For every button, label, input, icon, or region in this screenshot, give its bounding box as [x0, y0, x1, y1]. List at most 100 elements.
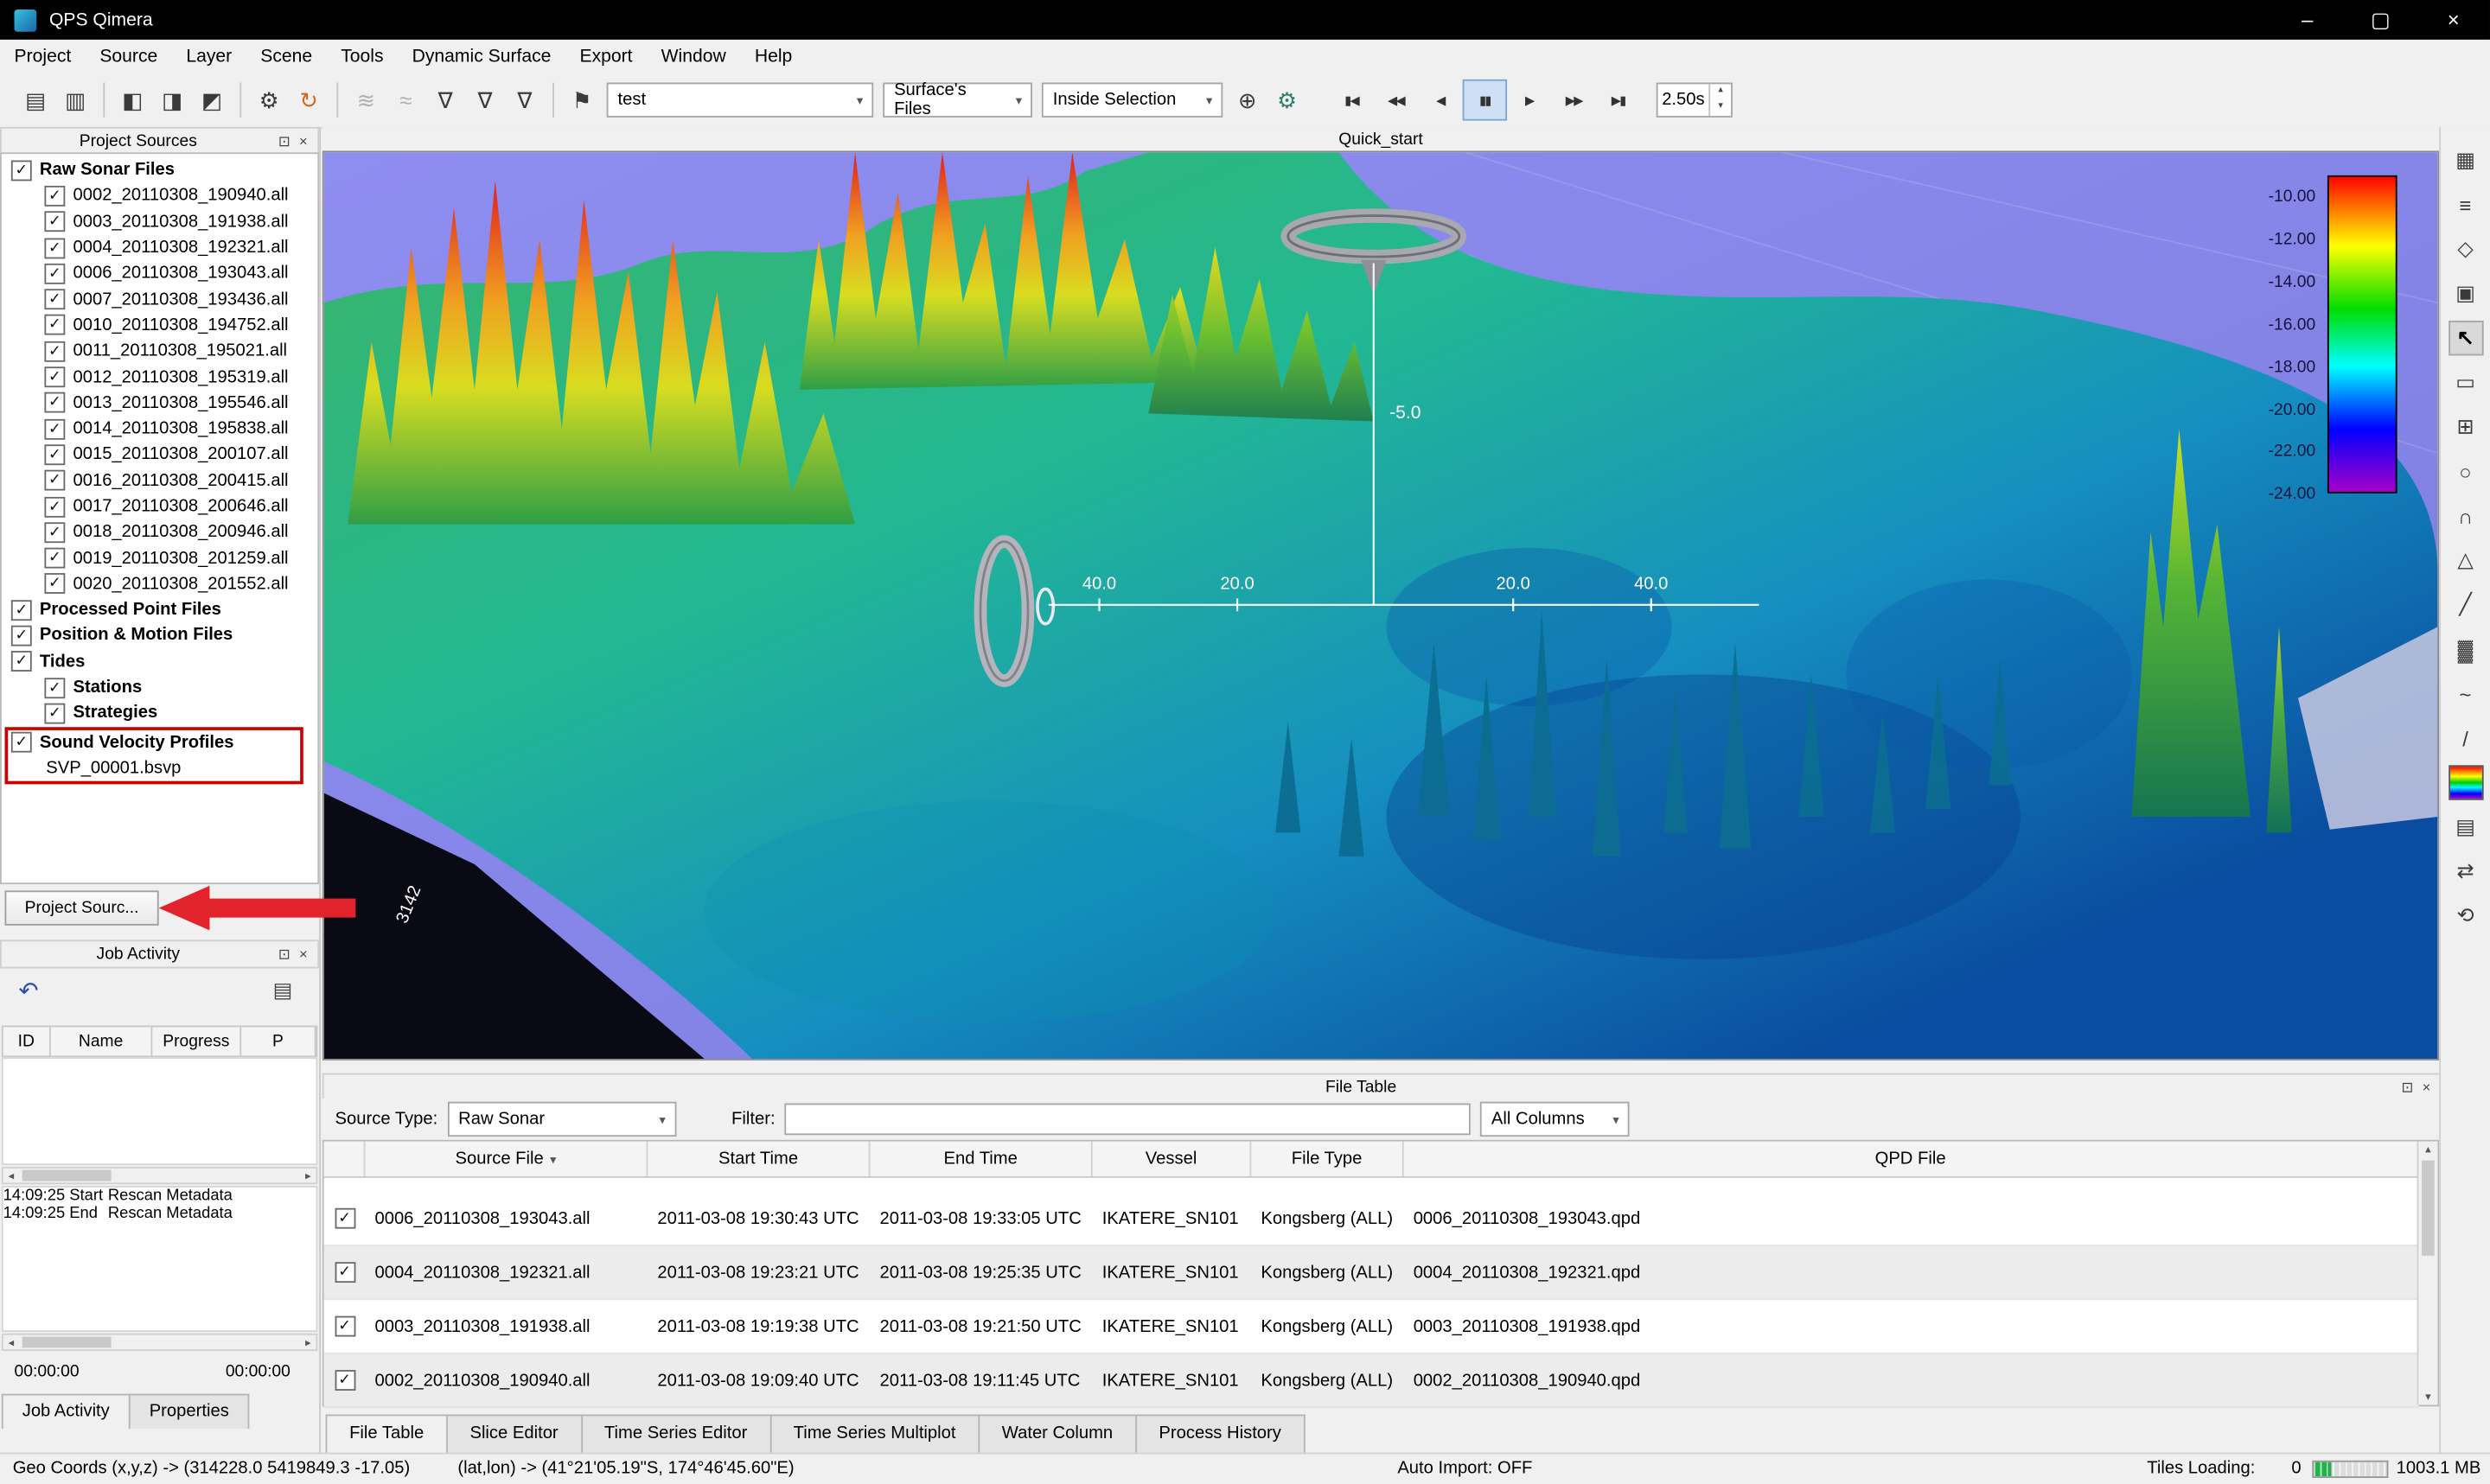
- table-row[interactable]: 0002_20110308_190940.all 2011-03-08 19:0…: [324, 1354, 2419, 1408]
- pointer-tool-icon[interactable]: ↖: [2448, 321, 2482, 355]
- profile-combo[interactable]: test ▾: [607, 83, 874, 118]
- checkbox[interactable]: [44, 703, 65, 723]
- column-header-source-file[interactable]: Source File: [365, 1142, 648, 1176]
- bottom-dock-tab[interactable]: Water Column: [978, 1415, 1136, 1453]
- layers-display-icon[interactable]: ≡: [2448, 188, 2482, 222]
- tree-item-sound-velocity-profiles[interactable]: Sound Velocity Profiles: [8, 729, 300, 755]
- tree-item-raw-file[interactable]: 0015_20110308_200107.all: [2, 442, 318, 468]
- apply-tide-icon[interactable]: ∇: [465, 80, 505, 120]
- surface-files-combo[interactable]: Surface's Files ▾: [883, 83, 1032, 118]
- column-header-end-time[interactable]: End Time: [871, 1142, 1093, 1176]
- checkbox[interactable]: [44, 470, 65, 491]
- play-button[interactable]: ▶: [1507, 80, 1551, 121]
- left-dock-tab[interactable]: Job Activity: [2, 1394, 131, 1429]
- checkbox[interactable]: [44, 212, 65, 232]
- import-navigation-icon[interactable]: ◨: [152, 80, 192, 120]
- checkbox[interactable]: [44, 444, 65, 465]
- minimize-button[interactable]: –: [2271, 0, 2344, 40]
- checkbox[interactable]: [44, 366, 65, 387]
- flag-edit-icon[interactable]: ⚑: [562, 80, 602, 120]
- tree-item-raw-file[interactable]: 0012_20110308_195319.all: [2, 364, 318, 390]
- select-lasso-icon[interactable]: ∩: [2448, 499, 2482, 533]
- pause-button[interactable]: ▮▮: [1463, 80, 1507, 121]
- tree-item-raw-file[interactable]: 0017_20110308_200646.all: [2, 494, 318, 519]
- tree-item-raw-file[interactable]: 0016_20110308_200415.all: [2, 468, 318, 494]
- row-checkbox[interactable]: [335, 1370, 355, 1391]
- columns-combo[interactable]: All Columns ▾: [1480, 1102, 1630, 1137]
- shading-icon[interactable]: ▓: [2448, 632, 2482, 666]
- checkbox[interactable]: [44, 341, 65, 361]
- checkbox[interactable]: [44, 186, 65, 207]
- close-panel-icon[interactable]: ×: [2417, 1079, 2436, 1096]
- profile-line-icon[interactable]: ╱: [2448, 588, 2482, 622]
- mesh-3d-icon[interactable]: ◇: [2448, 232, 2482, 266]
- skip-to-start-button[interactable]: ▮◀: [1329, 80, 1373, 121]
- tree-item-processed-point-files[interactable]: Processed Point Files: [2, 597, 318, 623]
- horizontal-splitter[interactable]: [322, 1060, 2439, 1073]
- float-panel-icon[interactable]: ⊡: [2397, 1079, 2417, 1096]
- bottom-dock-tab[interactable]: Process History: [1135, 1415, 1306, 1453]
- tree-item-strategies[interactable]: Strategies: [2, 700, 318, 726]
- bottom-dock-tab[interactable]: File Table: [326, 1415, 448, 1453]
- tree-item-raw-file[interactable]: 0006_20110308_193043.all: [2, 261, 318, 287]
- select-polygon-icon[interactable]: △: [2448, 543, 2482, 577]
- checkbox[interactable]: [44, 418, 65, 439]
- measure-tool-icon[interactable]: /: [2448, 721, 2482, 755]
- tile-grid-icon[interactable]: ▤: [2448, 810, 2482, 844]
- tree-item-svp-file[interactable]: SVP_00001.bsvp: [8, 755, 300, 781]
- menu-item[interactable]: Source: [86, 40, 172, 73]
- checkbox[interactable]: [11, 626, 32, 646]
- grid-display-icon[interactable]: ▦: [2448, 143, 2482, 177]
- tree-item-raw-sonar-files[interactable]: Raw Sonar Files: [2, 157, 318, 183]
- menu-item[interactable]: Help: [740, 40, 807, 73]
- processing-settings-icon[interactable]: ⚙: [249, 80, 289, 120]
- selection-tools-icon[interactable]: ⊕: [1228, 80, 1267, 120]
- tree-item-raw-file[interactable]: 0018_20110308_200946.all: [2, 519, 318, 545]
- v-scrollbar[interactable]: [2417, 1142, 2438, 1405]
- tree-item-position-motion-files[interactable]: Position & Motion Files: [2, 623, 318, 649]
- tree-item-tides[interactable]: Tides: [2, 649, 318, 675]
- select-rectangle-icon[interactable]: ▭: [2448, 365, 2482, 399]
- menu-item[interactable]: Export: [565, 40, 647, 73]
- georeference-icon[interactable]: ∇: [505, 80, 545, 120]
- add-raw-sonar-folder-icon[interactable]: ▥: [55, 80, 95, 120]
- box-3d-icon[interactable]: ▣: [2448, 277, 2482, 311]
- select-add-icon[interactable]: ⊞: [2448, 410, 2482, 444]
- checkbox[interactable]: [11, 732, 32, 753]
- job-table-column-header[interactable]: Progress: [152, 1027, 241, 1055]
- import-generic-file-icon[interactable]: ◩: [192, 80, 232, 120]
- rescan-files-icon[interactable]: ↻: [289, 80, 329, 120]
- bathymetry-render[interactable]: 40.0 20.0 20.0 40.0 -5.0 3142 -10.00 -12…: [324, 152, 2438, 1059]
- swap-view-icon[interactable]: ⇄: [2448, 854, 2482, 888]
- skip-to-end-button[interactable]: ▶▮: [1596, 80, 1640, 121]
- table-row[interactable]: 0003_20110308_191938.all 2011-03-08 19:1…: [324, 1300, 2419, 1353]
- checkbox[interactable]: [44, 678, 65, 698]
- checkbox[interactable]: [44, 392, 65, 413]
- h-scrollbar[interactable]: [2, 1334, 318, 1351]
- selection-mode-combo[interactable]: Inside Selection ▾: [1042, 83, 1223, 118]
- checkbox[interactable]: [11, 652, 32, 672]
- apply-sound-velocity-icon[interactable]: ∇: [425, 80, 465, 120]
- undo-icon[interactable]: ↶: [10, 971, 48, 1010]
- tree-item-raw-file[interactable]: 0014_20110308_195838.all: [2, 416, 318, 442]
- checkbox[interactable]: [44, 290, 65, 310]
- menu-item[interactable]: Dynamic Surface: [398, 40, 565, 73]
- checkbox[interactable]: [11, 600, 32, 621]
- left-dock-tab[interactable]: Properties: [129, 1394, 250, 1429]
- spin-down-icon[interactable]: ▾: [1710, 100, 1731, 116]
- table-row[interactable]: 0004_20110308_192321.all 2011-03-08 19:2…: [324, 1246, 2419, 1300]
- maximize-button[interactable]: ▢: [2344, 0, 2417, 40]
- step-back-button[interactable]: ◀: [1418, 80, 1462, 121]
- job-table-column-header[interactable]: ID: [3, 1027, 51, 1055]
- h-scrollbar[interactable]: [2, 1167, 318, 1184]
- fast-rewind-button[interactable]: ◀◀: [1374, 80, 1418, 121]
- bottom-dock-tab[interactable]: Time Series Editor: [580, 1415, 771, 1453]
- column-header-vessel[interactable]: Vessel: [1093, 1142, 1252, 1176]
- add-raw-sonar-files-icon[interactable]: ▤: [16, 80, 55, 120]
- tree-item-raw-file[interactable]: 0004_20110308_192321.all: [2, 235, 318, 261]
- checkbox[interactable]: [44, 264, 65, 284]
- checkbox[interactable]: [44, 548, 65, 569]
- tree-item-raw-file[interactable]: 0002_20110308_190940.all: [2, 183, 318, 209]
- time-series-icon[interactable]: ~: [2448, 676, 2482, 710]
- job-table-column-header[interactable]: Name: [51, 1027, 153, 1055]
